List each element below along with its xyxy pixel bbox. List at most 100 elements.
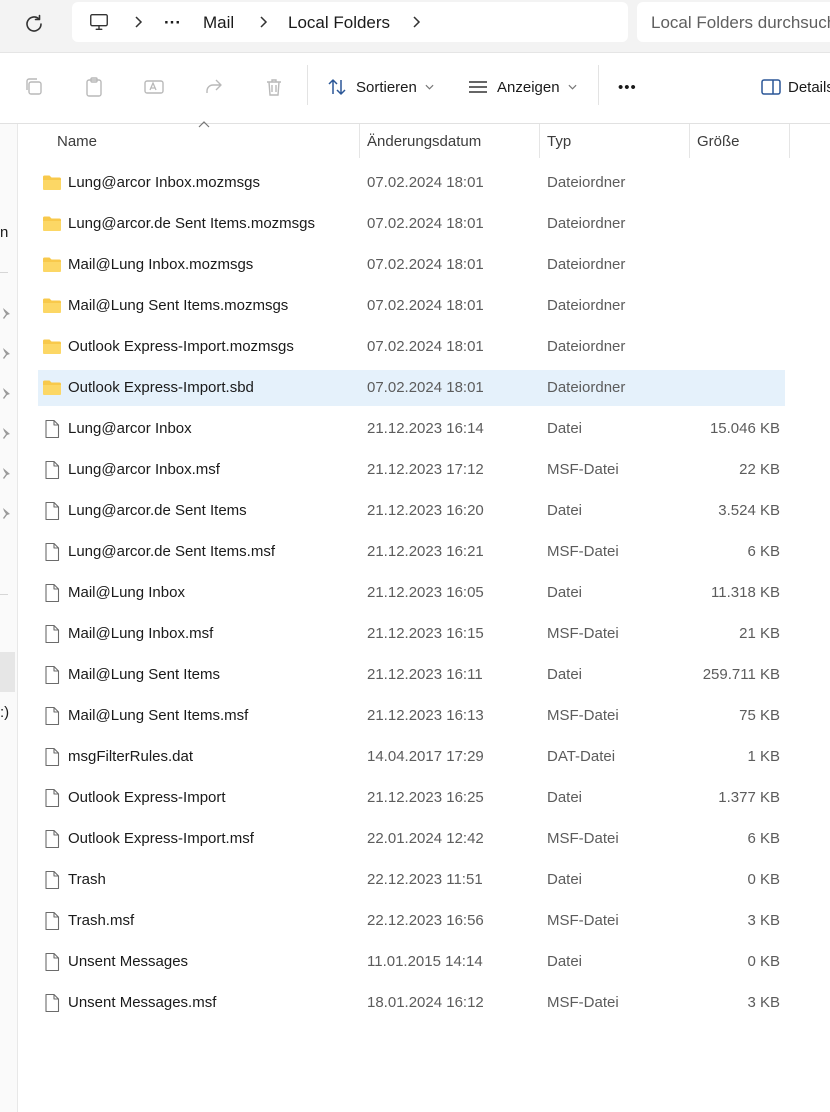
file-type: Datei — [547, 871, 583, 888]
column-divider[interactable] — [359, 124, 360, 158]
file-date: 18.01.2024 16:12 — [367, 994, 484, 1011]
column-type[interactable]: Typ — [547, 133, 571, 150]
chevron-down-icon — [568, 84, 577, 90]
folder-icon — [43, 216, 61, 231]
nav-item-selected[interactable] — [0, 652, 15, 692]
file-row[interactable]: Outlook Express-Import.sbd 07.02.2024 18:… — [38, 370, 785, 406]
file-row[interactable]: Lung@arcor Inbox 21.12.2023 16:14 Datei 15.… — [38, 411, 785, 447]
file-name: Lung@arcor Inbox.mozmsgs — [68, 174, 260, 191]
file-date: 22.12.2023 11:51 — [367, 871, 483, 888]
file-row[interactable]: Unsent Messages.msf 18.01.2024 16:12 MSF-D… — [38, 985, 785, 1021]
file-date: 11.01.2015 14:14 — [367, 953, 483, 970]
file-type: Datei — [547, 666, 583, 683]
column-divider[interactable] — [539, 124, 540, 158]
file-name: Mail@Lung Inbox.mozmsgs — [68, 256, 254, 273]
file-row[interactable]: Lung@arcor Inbox.msf 21.12.2023 17:12 MSF-… — [38, 452, 785, 488]
file-icon — [45, 829, 60, 849]
file-row[interactable]: Trash.msf 22.12.2023 16:56 MSF-Datei 3 KB — [38, 903, 785, 939]
file-row[interactable]: Trash 22.12.2023 11:51 Datei 0 KB — [38, 862, 785, 898]
chevron-right-icon[interactable] — [411, 16, 421, 28]
file-size: 3.524 KB — [718, 502, 780, 519]
file-row[interactable]: Mail@Lung Sent Items.msf 21.12.2023 16:13… — [38, 698, 785, 734]
file-date: 07.02.2024 18:01 — [367, 379, 484, 396]
column-divider[interactable] — [789, 124, 790, 158]
file-size: 6 KB — [747, 543, 780, 560]
file-date: 21.12.2023 17:12 — [367, 461, 484, 478]
search-input[interactable]: Local Folders durchsuchen — [637, 2, 830, 42]
file-row[interactable]: Unsent Messages 11.01.2015 14:14 Datei 0 KB — [38, 944, 785, 980]
refresh-icon[interactable] — [22, 12, 46, 36]
file-type: Dateiordner — [547, 379, 626, 396]
file-row[interactable]: Mail@Lung Inbox.msf 21.12.2023 16:15 MSF-D… — [38, 616, 785, 652]
file-date: 07.02.2024 18:01 — [367, 297, 484, 314]
file-name: Unsent Messages — [68, 953, 189, 970]
file-type: MSF-Datei — [547, 543, 619, 560]
file-row[interactable]: Mail@Lung Sent Items.mozmsgs 07.02.2024 1… — [38, 288, 785, 324]
file-type: MSF-Datei — [547, 912, 619, 929]
file-row[interactable]: msgFilterRules.dat 14.04.2017 17:29 DAT-Da… — [38, 739, 785, 775]
breadcrumb-item-mail[interactable]: Mail — [203, 13, 234, 33]
column-divider[interactable] — [689, 124, 690, 158]
column-size[interactable]: Größe — [697, 133, 740, 150]
copy-icon[interactable] — [23, 76, 45, 98]
share-icon[interactable] — [203, 76, 225, 98]
file-row[interactable]: Lung@arcor.de Sent Items.msf 21.12.2023 1… — [38, 534, 785, 570]
file-row[interactable]: Lung@arcor.de Sent Items.mozmsgs 07.02.20… — [38, 206, 785, 242]
view-button[interactable]: Anzeigen — [467, 75, 577, 99]
file-name: Unsent Messages.msf — [68, 994, 217, 1011]
file-icon — [45, 665, 60, 685]
navigation-pane[interactable]: n :) — [0, 124, 18, 1112]
file-date: 07.02.2024 18:01 — [367, 256, 484, 273]
file-row[interactable]: Mail@Lung Inbox 21.12.2023 16:05 Datei 11.3… — [38, 575, 785, 611]
file-name: Mail@Lung Sent Items — [68, 666, 220, 683]
details-pane-button[interactable]: Details — [760, 75, 830, 99]
file-row[interactable]: Outlook Express-Import.mozmsgs 07.02.2024… — [38, 329, 785, 365]
folder-icon — [43, 257, 61, 272]
sort-button[interactable]: Sortieren — [326, 75, 434, 99]
file-date: 07.02.2024 18:01 — [367, 338, 484, 355]
file-size: 3 KB — [747, 912, 780, 929]
file-size: 0 KB — [747, 953, 780, 970]
file-name: Lung@arcor Inbox.msf — [68, 461, 220, 478]
file-row[interactable]: Lung@arcor.de Sent Items 21.12.2023 16:20… — [38, 493, 785, 529]
toolbar-divider — [598, 65, 599, 105]
file-date: 07.02.2024 18:01 — [367, 174, 484, 191]
file-size: 6 KB — [747, 830, 780, 847]
chevron-right-icon[interactable] — [133, 16, 143, 28]
file-icon — [45, 419, 60, 439]
file-type: MSF-Datei — [547, 830, 619, 847]
paste-icon[interactable] — [83, 76, 105, 98]
file-size: 1 KB — [747, 748, 780, 765]
file-row[interactable]: Mail@Lung Sent Items 21.12.2023 16:11 Date… — [38, 657, 785, 693]
file-name: Mail@Lung Sent Items.mozmsgs — [68, 297, 289, 314]
command-bar: Sortieren Anzeigen ••• Details — [0, 53, 830, 124]
file-row[interactable]: Mail@Lung Inbox.mozmsgs 07.02.2024 18:01 D… — [38, 247, 785, 283]
file-row[interactable]: Outlook Express-Import.msf 22.01.2024 12:… — [38, 821, 785, 857]
breadcrumb-item-local-folders[interactable]: Local Folders — [288, 13, 390, 33]
file-type: Datei — [547, 789, 583, 806]
file-type: Dateiordner — [547, 297, 626, 314]
chevron-right-icon[interactable] — [258, 16, 268, 28]
file-date: 21.12.2023 16:05 — [367, 584, 484, 601]
file-size: 15.046 KB — [709, 420, 780, 437]
delete-icon[interactable] — [263, 76, 285, 98]
file-icon — [45, 952, 60, 972]
rename-icon[interactable] — [143, 76, 165, 98]
column-date[interactable]: Änderungsdatum — [367, 133, 481, 150]
folder-icon — [43, 175, 61, 190]
file-date: 22.01.2024 12:42 — [367, 830, 484, 847]
column-name[interactable]: Name — [57, 133, 97, 150]
file-date: 21.12.2023 16:20 — [367, 502, 484, 519]
file-date: 21.12.2023 16:21 — [367, 543, 484, 560]
file-row[interactable]: Outlook Express-Import 21.12.2023 16:25 Da… — [38, 780, 785, 816]
nav-item-fragment[interactable]: n — [0, 224, 8, 241]
nav-item-fragment[interactable]: :) — [0, 704, 9, 721]
more-options-button[interactable]: ••• — [618, 75, 637, 99]
breadcrumb-more[interactable]: ··· — [164, 13, 181, 33]
file-size: 0 KB — [747, 871, 780, 888]
file-type: MSF-Datei — [547, 625, 619, 642]
breadcrumb[interactable]: ··· Mail Local Folders — [72, 2, 628, 42]
file-row[interactable]: Lung@arcor Inbox.mozmsgs 07.02.2024 18:01… — [38, 165, 785, 201]
this-pc-icon[interactable] — [88, 11, 110, 33]
file-name: Lung@arcor.de Sent Items — [68, 502, 247, 519]
